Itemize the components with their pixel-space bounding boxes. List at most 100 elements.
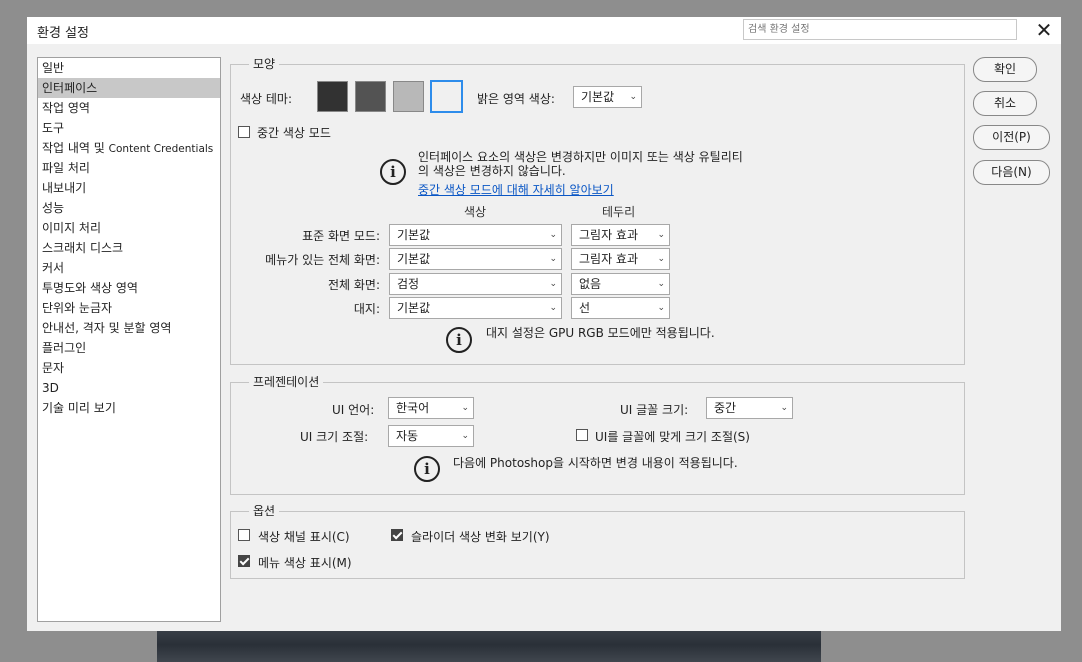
search-input[interactable]: [743, 19, 1017, 40]
chevron-down-icon: ⌄: [461, 403, 469, 413]
ui-language-select[interactable]: 한국어 ⌄: [388, 397, 474, 419]
sidebar-item[interactable]: 단위와 눈금자: [38, 298, 220, 318]
theme-swatch-dark[interactable]: [355, 81, 386, 112]
screen-mode-label: 표준 화면 모드:: [302, 229, 380, 243]
sidebar-item[interactable]: 일반: [38, 58, 220, 78]
chevron-down-icon: ⌄: [461, 431, 469, 441]
menu-colors-checkbox[interactable]: [238, 555, 250, 567]
theme-swatch-light[interactable]: [430, 80, 463, 113]
border-value: 선: [579, 301, 591, 315]
sidebar-item-label-suffix: Content Credentials: [108, 143, 214, 155]
sidebar-item-label: 내보내기: [42, 181, 87, 195]
sidebar-item[interactable]: 도구: [38, 118, 220, 138]
presentation-note: 다음에 Photoshop을 시작하면 변경 내용이 적용됩니다.: [453, 456, 738, 470]
mid-gray-checkbox[interactable]: [238, 126, 250, 138]
preferences-dialog: 환경 설정 ✕ 일반인터페이스작업 영역도구작업 내역 및 Content Cr…: [27, 17, 1061, 631]
sidebar-item-label: 파일 처리: [42, 161, 90, 175]
menu-colors-label: 메뉴 색상 표시(M): [258, 556, 352, 570]
info-icon: i: [414, 456, 440, 482]
sidebar-item[interactable]: 스크래치 디스크: [38, 238, 220, 258]
artboard-note: 대지 설정은 GPU RGB 모드에만 적용됩니다.: [486, 326, 715, 340]
highlight-color-label: 밝은 영역 색상:: [477, 92, 555, 106]
color-column-header: 색상: [464, 205, 487, 219]
background-image: [157, 628, 821, 662]
sidebar-item-label: 도구: [42, 121, 65, 135]
ui-font-size-label: UI 글꼴 크기:: [620, 403, 689, 417]
mid-gray-learn-more-link[interactable]: 중간 색상 모드에 대해 자세히 알아보기: [418, 181, 614, 198]
slider-dynamic-colors-label: 슬라이더 색상 변화 보기(Y): [411, 530, 550, 544]
chevron-down-icon: ⌄: [629, 92, 637, 102]
sidebar-item[interactable]: 성능: [38, 198, 220, 218]
sidebar-item[interactable]: 파일 처리: [38, 158, 220, 178]
border-value: 그림자 효과: [579, 228, 639, 242]
scale-to-font-label: UI를 글꼴에 맞게 크기 조절(S): [595, 430, 750, 444]
close-icon[interactable]: ✕: [1030, 18, 1058, 44]
border-select[interactable]: 그림자 효과 ⌄: [571, 248, 670, 270]
color-select[interactable]: 기본값 ⌄: [389, 297, 562, 319]
sidebar-item[interactable]: 안내선, 격자 및 분할 영역: [38, 318, 220, 338]
ok-button[interactable]: 확인: [973, 57, 1037, 82]
slider-dynamic-colors-checkbox[interactable]: [391, 529, 403, 541]
sidebar-item[interactable]: 투명도와 색상 영역: [38, 278, 220, 298]
show-channels-label: 색상 채널 표시(C): [258, 530, 350, 544]
sidebar-item-label: 이미지 처리: [42, 221, 102, 235]
sidebar-item-label: 안내선, 격자 및 분할 영역: [42, 321, 172, 335]
sidebar-item-label: 성능: [42, 201, 65, 215]
sidebar-item[interactable]: 플러그인: [38, 338, 220, 358]
ui-language-label: UI 언어:: [332, 403, 375, 417]
highlight-color-select[interactable]: 기본값 ⌄: [573, 86, 642, 108]
scale-to-font-checkbox[interactable]: [576, 429, 588, 441]
border-value: 그림자 효과: [579, 252, 639, 266]
sidebar-item-label: 일반: [42, 61, 65, 75]
mid-gray-info-line2: 의 색상은 변경하지 않습니다.: [418, 164, 566, 178]
sidebar-item[interactable]: 인터페이스: [38, 78, 220, 98]
screen-mode-label: 대지:: [353, 302, 380, 316]
sidebar-item[interactable]: 커서: [38, 258, 220, 278]
border-value: 없음: [579, 277, 602, 291]
sidebar-item[interactable]: 작업 영역: [38, 98, 220, 118]
mid-gray-label: 중간 색상 모드: [257, 126, 331, 140]
color-select[interactable]: 검정 ⌄: [389, 273, 562, 295]
theme-swatch-darkest[interactable]: [317, 81, 348, 112]
ui-scale-select[interactable]: 자동 ⌄: [388, 425, 474, 447]
sidebar-item-label: 작업 영역: [42, 101, 90, 115]
options-title: 옵션: [249, 504, 280, 518]
ui-scale-label: UI 크기 조절:: [300, 430, 369, 444]
color-value: 기본값: [397, 301, 431, 315]
sidebar-item[interactable]: 3D: [38, 378, 220, 398]
sidebar-item-label: 단위와 눈금자: [42, 301, 113, 315]
sidebar: 일반인터페이스작업 영역도구작업 내역 및 Content Credential…: [37, 57, 221, 622]
cancel-button[interactable]: 취소: [973, 91, 1037, 116]
border-select[interactable]: 선 ⌄: [571, 297, 670, 319]
chevron-down-icon: ⌄: [549, 230, 557, 240]
color-theme-label: 색상 테마:: [240, 92, 293, 106]
theme-swatch-medium[interactable]: [393, 81, 424, 112]
sidebar-item[interactable]: 기술 미리 보기: [38, 398, 220, 418]
sidebar-item[interactable]: 이미지 처리: [38, 218, 220, 238]
screen-mode-label: 메뉴가 있는 전체 화면:: [265, 253, 380, 267]
info-icon: i: [446, 327, 472, 353]
sidebar-item[interactable]: 작업 내역 및 Content Credentials: [38, 138, 220, 158]
chevron-down-icon: ⌄: [657, 254, 665, 264]
border-select[interactable]: 없음 ⌄: [571, 273, 670, 295]
sidebar-item[interactable]: 내보내기: [38, 178, 220, 198]
border-select[interactable]: 그림자 효과 ⌄: [571, 224, 670, 246]
previous-button[interactable]: 이전(P): [973, 125, 1050, 150]
ui-font-size-select[interactable]: 중간 ⌄: [706, 397, 793, 419]
screen-mode-label: 전체 화면:: [327, 278, 380, 292]
title-bar: 환경 설정 ✕: [27, 17, 1061, 44]
sidebar-item-label: 3D: [42, 381, 59, 395]
sidebar-item-label: 커서: [42, 261, 65, 275]
show-channels-checkbox[interactable]: [238, 529, 250, 541]
sidebar-item-label: 스크래치 디스크: [42, 241, 124, 255]
appearance-title: 모양: [249, 57, 280, 71]
color-select[interactable]: 기본값 ⌄: [389, 248, 562, 270]
chevron-down-icon: ⌄: [549, 303, 557, 313]
next-button[interactable]: 다음(N): [973, 160, 1050, 185]
presentation-title: 프레젠테이션: [249, 375, 324, 389]
sidebar-item[interactable]: 문자: [38, 358, 220, 378]
color-select[interactable]: 기본값 ⌄: [389, 224, 562, 246]
chevron-down-icon: ⌄: [780, 403, 788, 413]
sidebar-item-label: 작업 내역 및: [42, 141, 109, 155]
chevron-down-icon: ⌄: [657, 230, 665, 240]
